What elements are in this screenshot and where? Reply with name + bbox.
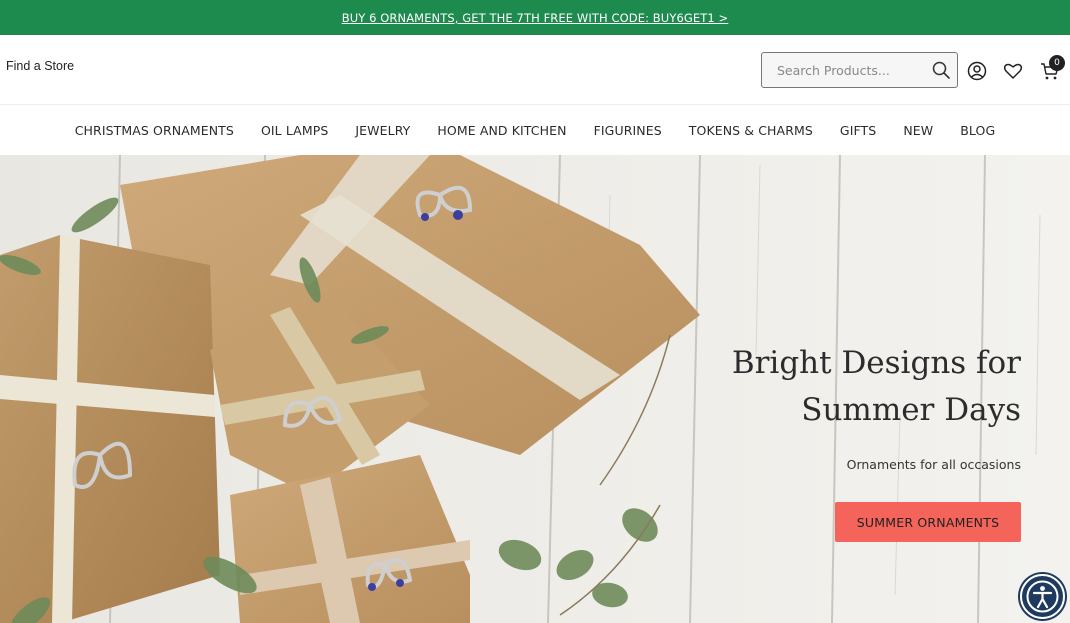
- summer-ornaments-button[interactable]: SUMMER ORNAMENTS: [835, 502, 1021, 542]
- main-nav: CHRISTMAS ORNAMENTS OIL LAMPS JEWELRY HO…: [0, 106, 1070, 155]
- nav-item-home-and-kitchen[interactable]: HOME AND KITCHEN: [437, 123, 566, 138]
- search-input[interactable]: [762, 53, 927, 87]
- hero-banner[interactable]: Bright Designs for Summer Days Ornaments…: [0, 155, 1070, 623]
- accessibility-icon: [1026, 580, 1059, 613]
- find-store-link[interactable]: Find a Store: [6, 59, 74, 73]
- nav-item-blog[interactable]: BLOG: [960, 123, 995, 138]
- nav-item-tokens-charms[interactable]: TOKENS & CHARMS: [689, 123, 813, 138]
- promo-bar: BUY 6 ORNAMENTS, GET THE 7TH FREE WITH C…: [0, 0, 1070, 35]
- cart-count-badge: 0: [1049, 55, 1065, 71]
- nav-item-new[interactable]: NEW: [903, 123, 933, 138]
- nav-item-jewelry[interactable]: JEWELRY: [355, 123, 410, 138]
- nav-item-christmas-ornaments[interactable]: CHRISTMAS ORNAMENTS: [75, 123, 234, 138]
- hero-headline-line1: Bright Designs for: [731, 345, 1021, 381]
- promo-link[interactable]: BUY 6 ORNAMENTS, GET THE 7TH FREE WITH C…: [342, 11, 729, 25]
- accessibility-button[interactable]: [1020, 574, 1065, 619]
- search-icon[interactable]: [931, 60, 951, 80]
- heart-icon[interactable]: [1002, 60, 1024, 82]
- hero-headline: Bright Designs for Summer Days: [601, 340, 1021, 434]
- nav-item-gifts[interactable]: GIFTS: [840, 123, 876, 138]
- site-header: Find a Store 0: [0, 35, 1070, 105]
- nav-item-figurines[interactable]: FIGURINES: [594, 123, 662, 138]
- nav-item-oil-lamps[interactable]: OIL LAMPS: [261, 123, 328, 138]
- account-icon[interactable]: [966, 60, 988, 82]
- hero-subline: Ornaments for all occasions: [846, 457, 1021, 472]
- search-box: [761, 52, 958, 88]
- hero-headline-line2: Summer Days: [801, 392, 1021, 428]
